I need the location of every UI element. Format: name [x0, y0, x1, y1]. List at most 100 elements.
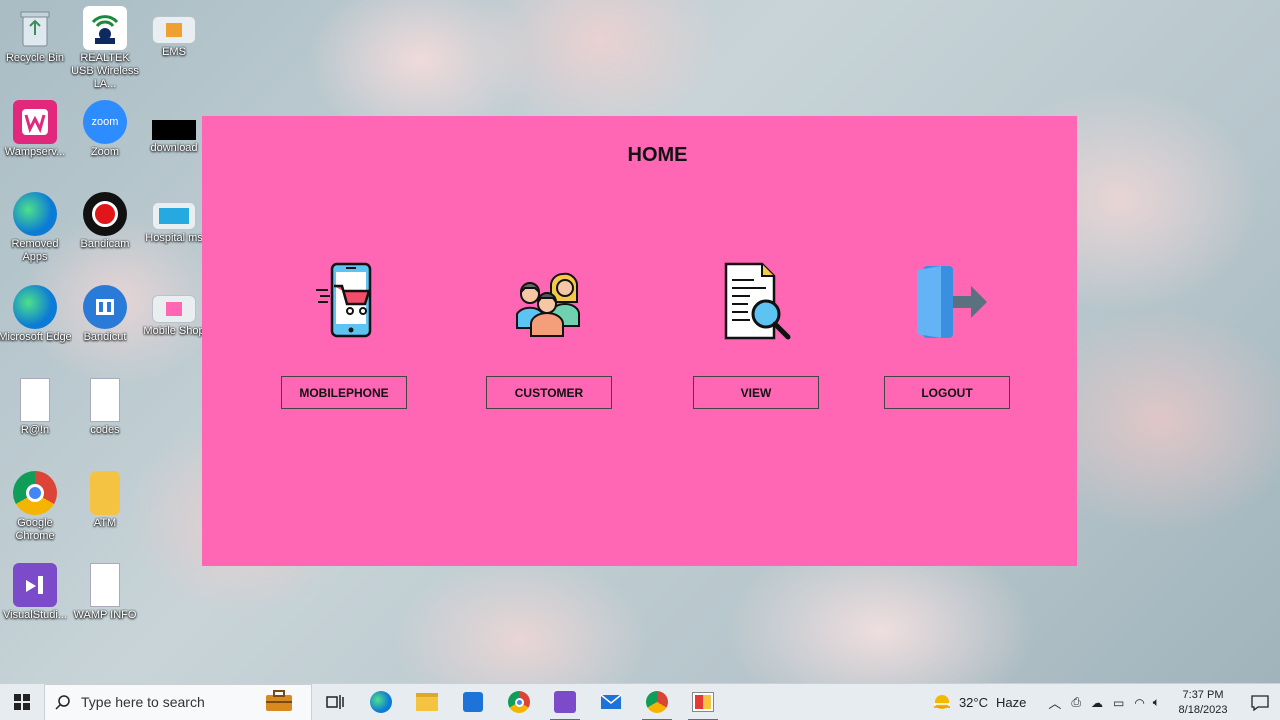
desktop-icon-bandicut[interactable]: Bandicut	[70, 285, 140, 344]
taskbar-running-app[interactable]	[680, 684, 726, 720]
system-tray: 32°C Haze ︿ ⎙ ☁ ▭ ◠ 🔈︎ 7:37 PM 8/18/2023	[931, 684, 1280, 720]
mail-icon	[600, 694, 622, 709]
desktop-icon-label: Hospital ms	[145, 232, 203, 244]
clock-date: 8/18/2023	[1178, 703, 1228, 716]
desktop-icon-google-chrome[interactable]: Google Chrome	[0, 471, 70, 543]
desktop-icon-label: ATM	[93, 517, 117, 529]
desktop-icon-rain[interactable]: R@!n	[0, 378, 70, 437]
desktop-icon-removed-apps[interactable]: Removed Apps	[0, 192, 70, 264]
door-exit-icon	[917, 266, 987, 338]
desktop-icon-codes[interactable]: codes	[70, 378, 140, 437]
visual-studio-icon	[13, 563, 57, 607]
zoom-icon: zoom	[83, 100, 127, 144]
chevron-up-icon[interactable]: ︿	[1048, 693, 1061, 712]
desktop-icon-microsoft-edge[interactable]: Microsoft Edge	[0, 285, 72, 344]
battery-icon[interactable]: ▭	[1113, 696, 1124, 710]
logout-button[interactable]: LOGOUT	[884, 376, 1010, 409]
desktop-icon-visual-studio[interactable]: VisualStudi...	[0, 563, 70, 622]
text-file-icon	[90, 563, 120, 607]
taskbar-chrome-profile[interactable]	[634, 684, 680, 720]
page-title: HOME	[627, 144, 688, 166]
haze-sun-icon	[933, 694, 950, 709]
customer-button[interactable]: CUSTOMER	[486, 376, 612, 409]
notifications-button[interactable]	[1240, 694, 1280, 711]
taskbar-mail[interactable]	[588, 684, 634, 720]
task-view-button[interactable]	[312, 684, 358, 720]
text-file-icon	[90, 378, 120, 422]
taskbar-store[interactable]	[450, 684, 496, 720]
desktop-icon-download[interactable]: download	[139, 100, 209, 155]
task-view-icon	[326, 695, 344, 709]
taskbar-file-explorer[interactable]	[404, 684, 450, 720]
bandicam-icon	[83, 192, 127, 236]
bandicut-icon	[83, 285, 127, 329]
desktop-icon-label: codes	[90, 424, 120, 436]
notification-icon	[1251, 694, 1269, 711]
desktop-icon-recycle-bin[interactable]: Recycle Bin	[0, 6, 70, 65]
wireless-adapter-icon	[83, 6, 127, 50]
view-button[interactable]: VIEW	[693, 376, 819, 409]
desktop-icon-label: Microsoft Edge	[0, 331, 72, 343]
desktop-icon-label: Zoom	[90, 146, 120, 158]
desktop-icon-label: Wampserv...	[4, 146, 66, 158]
taskbar: Type here to search 32°C Haze ︿ ⎙ ☁ ▭ ◠ …	[0, 683, 1280, 720]
chrome-icon	[508, 691, 530, 713]
volume-icon[interactable]: 🔈︎	[1153, 695, 1160, 710]
document-search-icon	[724, 262, 791, 340]
home-window: HOME MOBILEPHONE CUSTOMER VIEW LOGOUT	[202, 116, 1077, 566]
desktop-icon-ems[interactable]: EMS	[139, 6, 209, 59]
folder-thumbnail-icon	[152, 16, 196, 44]
folder-icon	[90, 471, 120, 515]
desktop-icon-atm[interactable]: ATM	[70, 471, 140, 530]
mobile-cart-icon	[316, 262, 372, 338]
start-button[interactable]	[0, 684, 44, 720]
clock[interactable]: 7:37 PM 8/18/2023	[1166, 688, 1240, 718]
menu-logout: LOGOUT	[884, 256, 1010, 409]
recycle-bin-icon	[13, 6, 57, 50]
folder-icon	[416, 693, 438, 711]
desktop-icon-label: Removed Apps	[11, 238, 59, 263]
desktop-icon-realtek[interactable]: REALTEK USB Wireless LA...	[70, 6, 140, 91]
meet-now-icon[interactable]: ⎙	[1071, 695, 1081, 710]
desktop-icon-label: Mobile Shop	[143, 325, 205, 337]
mobilephone-button[interactable]: MOBILEPHONE	[281, 376, 407, 409]
briefcase-icon	[265, 689, 293, 715]
wifi-icon[interactable]: ◠	[1134, 696, 1144, 710]
desktop-icon-mobile-shop[interactable]: Mobile Shop	[139, 285, 209, 338]
clock-time: 7:37 PM	[1182, 688, 1224, 701]
menu-view: VIEW	[693, 256, 819, 409]
weather-desc: Haze	[995, 695, 1027, 710]
taskbar-visual-studio[interactable]	[542, 684, 588, 720]
file-thumbnail-icon	[152, 120, 196, 140]
folder-thumbnail-icon	[152, 202, 196, 230]
taskbar-edge[interactable]	[358, 684, 404, 720]
text-file-icon	[20, 378, 50, 422]
store-icon	[463, 692, 483, 712]
desktop-icon-label: VisualStudi...	[2, 609, 67, 621]
edge-icon	[13, 285, 57, 329]
people-group-icon	[516, 272, 580, 337]
desktop-icon-label: download	[150, 142, 198, 154]
desktop-icon-wampserver[interactable]: Wampserv...	[0, 100, 70, 159]
desktop-icon-hospital[interactable]: Hospital ms	[139, 192, 209, 245]
desktop-icon-label: Google Chrome	[15, 517, 55, 542]
taskbar-search[interactable]: Type here to search	[44, 683, 312, 720]
weather-temp: 32°C	[958, 695, 988, 710]
windows-icon	[14, 694, 30, 710]
wampserver-icon	[13, 100, 57, 144]
weather-widget[interactable]: 32°C Haze	[931, 692, 1026, 714]
desktop-icon-wamp-info[interactable]: WAMP INFO	[70, 563, 140, 622]
search-placeholder: Type here to search	[81, 694, 205, 710]
desktop-icon-label: REALTEK USB Wireless LA...	[71, 52, 139, 90]
desktop-icon-bandicam[interactable]: Bandicam	[70, 192, 140, 251]
onedrive-icon[interactable]: ☁	[1091, 696, 1103, 710]
desktop-icon-label: EMS	[162, 46, 186, 58]
edge-icon	[13, 192, 57, 236]
desktop-icon-label: Bandicam	[80, 238, 130, 250]
desktop-icon-label: Recycle Bin	[5, 52, 65, 64]
desktop-icon-label: R@!n	[20, 424, 50, 436]
chrome-icon	[646, 691, 668, 713]
menu-mobilephone: MOBILEPHONE	[281, 256, 407, 409]
taskbar-chrome[interactable]	[496, 684, 542, 720]
desktop-icon-zoom[interactable]: zoom Zoom	[70, 100, 140, 159]
